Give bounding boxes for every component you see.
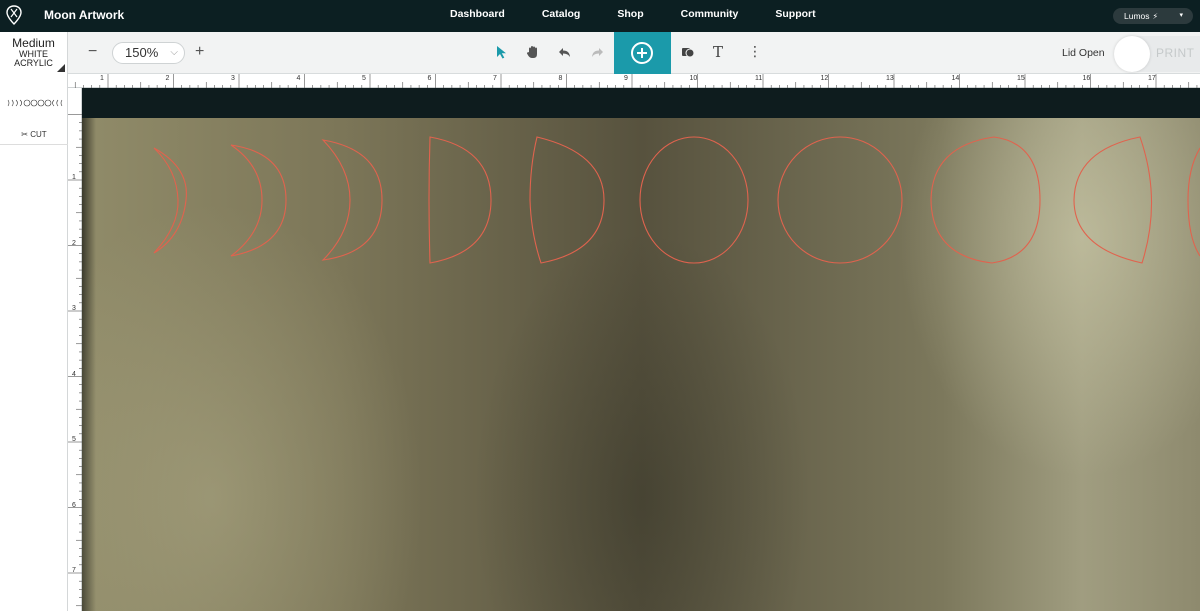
ruler-label: 2: [165, 75, 170, 82]
ruler-label: 7: [493, 75, 497, 82]
lid-status: Lid Open: [1062, 47, 1105, 59]
nav-shop[interactable]: Shop: [617, 8, 643, 20]
moon-phase-shape[interactable]: [1073, 136, 1153, 264]
hand-pan-icon[interactable]: [525, 44, 541, 60]
cut-label: CUT: [30, 130, 47, 139]
vertical-ruler-ticks: [68, 114, 82, 607]
select-pointer-icon[interactable]: [494, 44, 510, 60]
material-thickness: Medium: [12, 36, 55, 50]
moon-phase-shape[interactable]: [777, 136, 903, 264]
top-nav: Moon Artwork Dashboard Catalog Shop Comm…: [0, 0, 1200, 32]
zoom-out-button[interactable]: −: [88, 43, 97, 61]
moon-phase-shape[interactable]: [529, 136, 605, 264]
plus-circle-icon: [631, 42, 653, 64]
left-panel: ✂ CUT: [0, 74, 68, 611]
zoom-value: 150%: [125, 45, 159, 60]
ruler-label: 12: [820, 75, 829, 82]
vertical-ruler: 1 2 3 4 5 6 7: [68, 88, 82, 611]
moon-phase-shape[interactable]: [153, 147, 187, 254]
logo-icon[interactable]: [6, 5, 22, 25]
ruler-label: 6: [72, 501, 76, 509]
material-selector[interactable]: Medium WHITE ACRYLIC: [0, 32, 68, 74]
ruler-label: 16: [1082, 75, 1091, 82]
moon-phase-shape[interactable]: [230, 144, 287, 257]
chevron-down-icon: ⌵: [170, 47, 178, 58]
moon-artwork[interactable]: [82, 88, 1200, 611]
more-options-icon[interactable]: ⋮: [748, 43, 762, 60]
ruler-label: 3: [231, 75, 235, 82]
nav-support[interactable]: Support: [775, 8, 815, 20]
ruler-label: 4: [296, 75, 301, 82]
ruler-label: 10: [689, 75, 698, 82]
ruler-label: 8: [558, 75, 563, 82]
print-knob: [1114, 36, 1150, 72]
user-menu[interactable]: Lumos ⚡ ▾: [1113, 8, 1193, 24]
text-tool-button[interactable]: T: [713, 43, 723, 61]
zoom-select[interactable]: 150% ⌵: [112, 42, 185, 64]
ruler-label: 1: [100, 75, 104, 82]
artwork-thumbnail[interactable]: [6, 98, 64, 108]
ruler-label: 14: [951, 75, 960, 82]
user-name: Lumos: [1124, 11, 1150, 21]
ruler-label: 1: [72, 174, 76, 181]
chevron-down-icon: ▾: [1179, 12, 1183, 19]
corner-triangle-icon: [57, 64, 65, 72]
ruler-label: 7: [72, 567, 76, 574]
ruler-label: 6: [427, 75, 432, 82]
moon-phase-shape[interactable]: [930, 136, 1041, 264]
bolt-icon: ⚡: [1152, 11, 1159, 21]
horizontal-ruler-ticks: [74, 74, 1198, 88]
nav-catalog[interactable]: Catalog: [542, 8, 581, 20]
cut-operation[interactable]: ✂ CUT: [0, 130, 68, 139]
nav-community[interactable]: Community: [681, 8, 739, 20]
zoom-in-button[interactable]: +: [195, 43, 204, 61]
nav-links: Dashboard Catalog Shop Community Support: [450, 8, 816, 20]
moon-phase-shape[interactable]: [1187, 147, 1200, 257]
print-button[interactable]: PRINT: [1114, 36, 1200, 72]
ruler-label: 13: [886, 75, 894, 82]
add-artwork-button[interactable]: [614, 32, 671, 74]
moon-phase-shape[interactable]: [321, 139, 383, 261]
undo-icon[interactable]: [557, 44, 573, 60]
horizontal-ruler: 1 2 3 4 5 6 7 8 9 10 11 12 13 14 15 16 17: [68, 74, 1200, 88]
ruler-label: 2: [72, 239, 76, 247]
print-label: PRINT: [1156, 46, 1195, 60]
nav-dashboard[interactable]: Dashboard: [450, 8, 505, 20]
redo-icon[interactable]: [589, 44, 605, 60]
ruler-label: 11: [755, 75, 763, 82]
shapes-icon[interactable]: [680, 44, 696, 60]
divider: [0, 144, 68, 145]
ruler-label: 9: [624, 75, 628, 82]
ruler-label: 5: [362, 75, 366, 82]
ruler-label: 4: [72, 370, 76, 378]
scissors-icon: ✂: [21, 130, 28, 139]
moon-phase-shape[interactable]: [639, 136, 749, 264]
design-canvas[interactable]: [82, 88, 1200, 611]
ruler-label: 3: [72, 305, 76, 312]
app-title: Moon Artwork: [44, 8, 125, 22]
moon-phase-shape[interactable]: [428, 136, 492, 264]
ruler-label: 15: [1017, 75, 1025, 82]
ruler-label: 5: [72, 436, 76, 443]
ruler-label: 17: [1148, 75, 1156, 82]
